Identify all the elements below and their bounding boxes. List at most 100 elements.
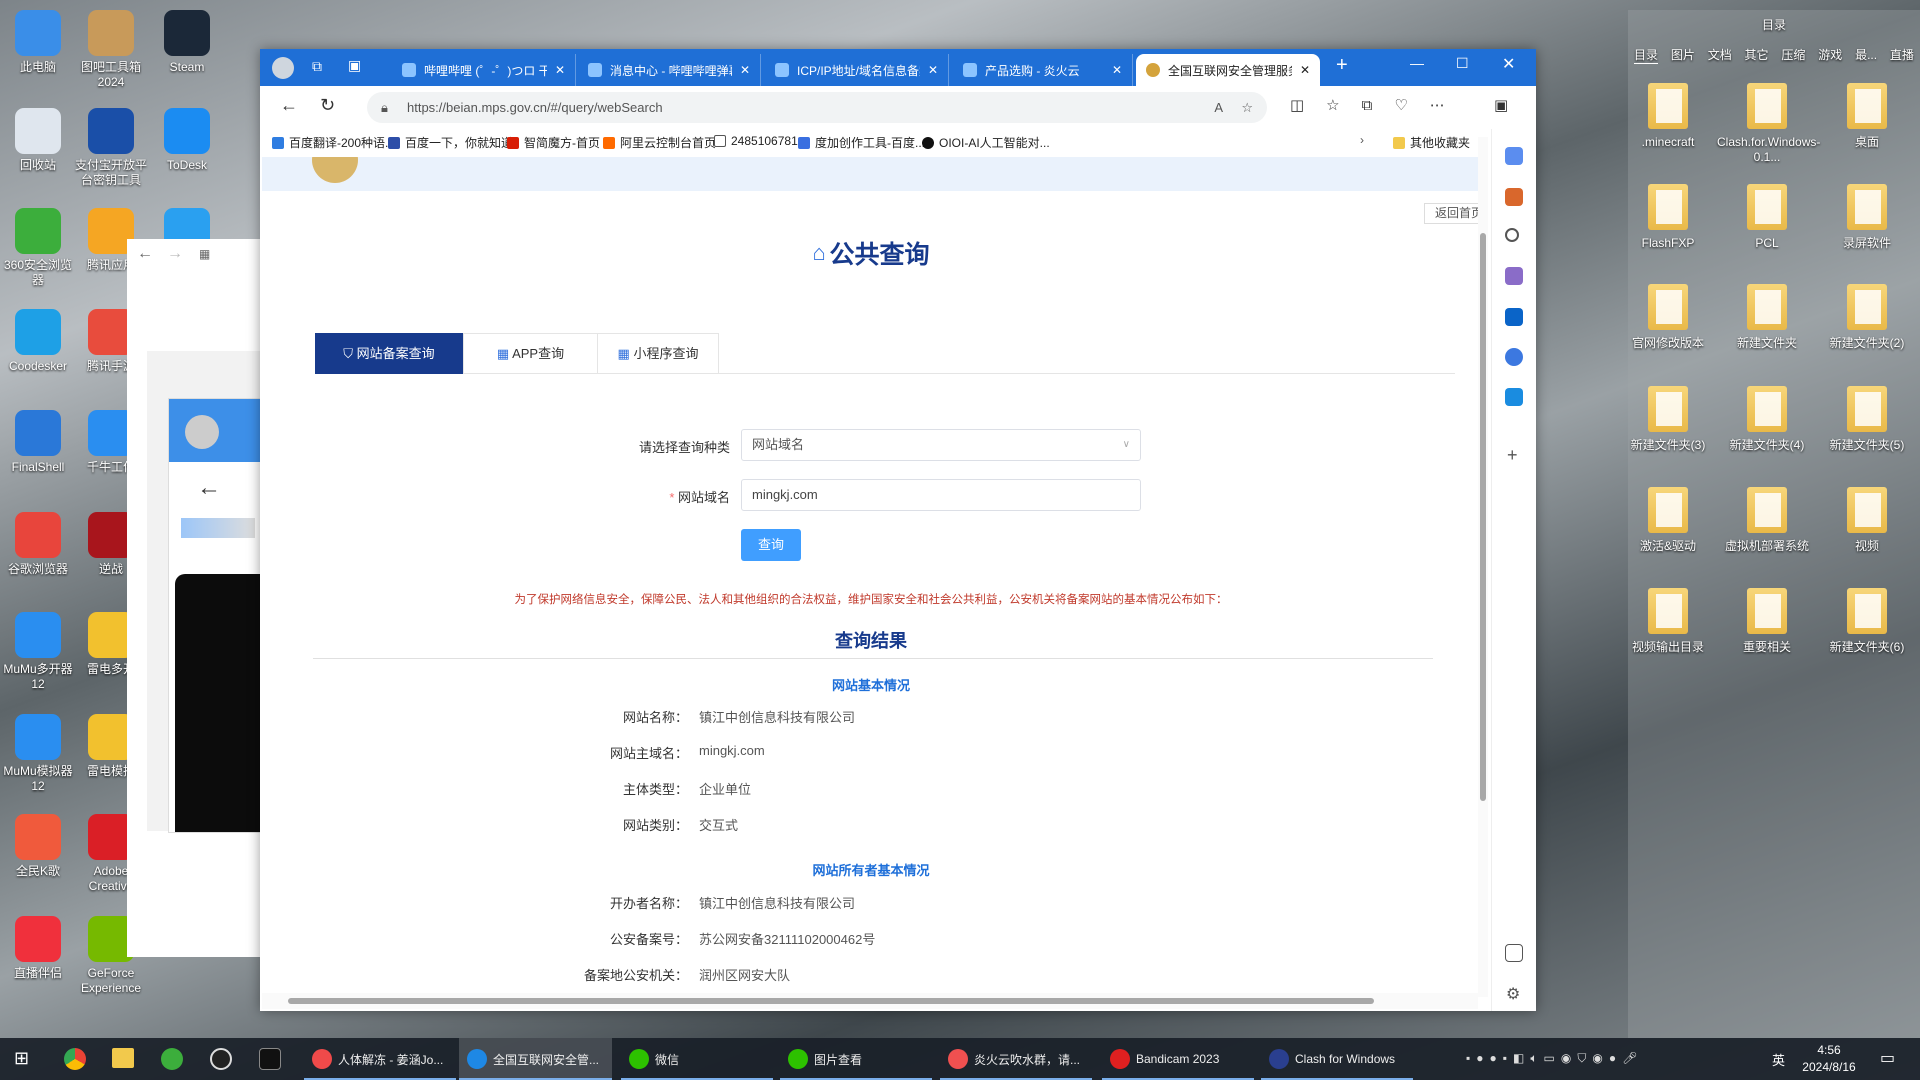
clock[interactable]: 4:56 2024/8/16 [1796,1042,1862,1076]
folder-item[interactable]: 官网修改版本 [1618,284,1718,351]
desktop-icon[interactable]: 图吧工具箱2024 [73,10,149,90]
windows-start-icon[interactable]: ⊞ [14,1048,29,1069]
screenshot-icon[interactable] [1505,944,1523,962]
bookmark-item[interactable]: 2485106781 [714,134,798,148]
profile-avatar[interactable] [272,57,294,79]
desktop-icon[interactable]: FinalShell [0,410,76,475]
desktop-icon[interactable]: Coodesker [0,309,76,374]
query-type-select[interactable]: 网站域名 ∨ [741,429,1141,461]
360-browser-icon[interactable] [161,1048,183,1070]
desktop-icon[interactable]: ToDesk [149,108,225,173]
notification-icon[interactable]: ▭ [1880,1048,1895,1068]
tab-mini-program[interactable]: ▦ 小程序查询 [598,333,719,374]
taskbar-app[interactable]: Bandicam 2023 [1102,1038,1254,1080]
folder-item[interactable]: 新建文件夹(5) [1817,386,1917,453]
folder-item[interactable]: 新建文件夹(2) [1817,284,1917,351]
background-window[interactable]: ← → ▦ ← [127,239,268,957]
folder-item[interactable]: .minecraft [1618,83,1718,150]
capcut-icon[interactable] [259,1048,281,1070]
panel-tab[interactable]: 其它 [1745,46,1769,64]
close-tab-icon[interactable]: ✕ [740,63,750,77]
folder-item[interactable]: 新建文件夹 [1717,284,1817,351]
folder-item[interactable]: FlashFXP [1618,184,1718,251]
folder-item[interactable]: 桌面 [1817,83,1917,150]
browser-tab[interactable]: 哔哩哔哩 (゜-゜)つロ 干杯~ ✕ [392,54,576,86]
panel-tab[interactable]: 文档 [1708,46,1732,64]
read-aloud-icon[interactable]: A [1214,92,1223,123]
bookmark-item[interactable]: OIOI-AI人工智能对... [922,134,1050,151]
toolbox-icon[interactable] [1505,188,1523,206]
add-icon[interactable]: + [1507,445,1518,466]
close-tab-icon[interactable]: ✕ [1300,63,1310,77]
desktop-icon[interactable]: 回收站 [0,108,76,173]
folder-item[interactable]: 新建文件夹(4) [1717,386,1817,453]
desktop-icon[interactable]: Steam [149,10,225,75]
folder-item[interactable]: 视频 [1817,487,1917,554]
desktop-icon[interactable]: 360安全浏览器 [0,208,76,288]
refresh-button[interactable]: ↻ [320,95,335,116]
desktop-icon[interactable]: 此电脑 [0,10,76,75]
send-icon[interactable] [1505,388,1523,406]
system-tray-icons[interactable]: ▪●●▪◧🔈︎▭◉⛉◉●🎤︎ [1466,1051,1643,1066]
domain-input[interactable]: mingkj.com [741,479,1141,511]
taskbar-app[interactable]: 全国互联网安全管... [459,1038,612,1080]
back-button[interactable]: ← [280,95,298,116]
vertical-scrollbar[interactable] [1478,137,1488,997]
panel-tab[interactable]: 目录 [1634,46,1659,64]
favorite-star-icon[interactable]: ☆ [1241,92,1253,123]
minimize-button[interactable]: — [1410,55,1424,71]
qq-icon[interactable] [210,1048,232,1070]
sidebar-toggle-icon[interactable]: ▣ [1494,96,1508,114]
taskbar-app[interactable]: 图片查看 [780,1038,932,1080]
folder-item[interactable]: 新建文件夹(3) [1618,386,1718,453]
browser-tab[interactable]: 全国互联网安全管理服务平台 ✕ [1136,54,1320,86]
grid-icon[interactable]: ▦ [199,247,210,261]
tab-website-filing[interactable]: ⛉ 网站备案查询 [315,333,463,374]
toolbar-icons[interactable]: ◫☆⧉♡⋯ [1290,96,1467,114]
tab-app[interactable]: ▦ APP查询 [463,333,598,374]
folder-item[interactable]: PCL [1717,184,1817,251]
collections-icon[interactable]: ⧉ [312,58,322,75]
folder-item[interactable]: 新建文件夹(6) [1817,588,1917,655]
folder-item[interactable]: 虚拟机部署系统 [1717,487,1817,554]
bookmark-item[interactable]: 智简魔方-首页 [507,134,600,151]
tag-icon[interactable] [1505,147,1523,165]
forward-arrow-icon[interactable]: → [167,245,183,263]
lock-icon[interactable]: 🔒︎ [381,92,388,123]
scrollbar-thumb[interactable] [1480,233,1486,801]
copilot-icon[interactable] [1505,348,1523,366]
taskbar-app[interactable]: 微信 [621,1038,773,1080]
ime-indicator[interactable]: 英 [1772,1050,1785,1069]
chrome-icon[interactable] [64,1048,86,1070]
desktop-icon[interactable]: 谷歌浏览器 [0,512,76,577]
panel-tab[interactable]: 直播 [1890,46,1914,64]
outlook-icon[interactable] [1505,308,1523,326]
file-explorer-icon[interactable] [112,1048,134,1068]
browser-tab[interactable]: ICP/IP地址/域名信息备案 ✕ [765,54,949,86]
maximize-button[interactable]: ☐ [1456,55,1469,72]
folder-item[interactable]: 重要相关 [1717,588,1817,655]
panel-tab[interactable]: 游戏 [1818,46,1842,64]
bookmark-item[interactable]: 度加创作工具-百度... [798,134,925,151]
desktop-icon[interactable]: MuMu多开器12 [0,612,76,692]
search-icon[interactable] [1505,228,1519,242]
close-window-button[interactable]: ✕ [1502,54,1515,74]
more-bookmarks-chevron-icon[interactable]: › [1360,133,1364,147]
taskbar-app[interactable]: Clash for Windows [1261,1038,1413,1080]
url-input[interactable]: 🔒︎ https://beian.mps.gov.cn/#/query/webS… [367,92,1267,123]
folder-item[interactable]: 激活&驱动 [1618,487,1718,554]
desktop-icon[interactable]: 支付宝开放平台密钥工具 [73,108,149,188]
games-icon[interactable] [1505,267,1523,285]
taskbar-app[interactable]: 人体解冻 - 姜涵Jo... [304,1038,456,1080]
query-submit-button[interactable]: 查询 [741,529,801,561]
browser-tab[interactable]: 产品选购 - 炎火云 ✕ [953,54,1133,86]
horizontal-scrollbar[interactable] [262,993,1478,1009]
folder-item[interactable]: 录屏软件 [1817,184,1917,251]
back-arrow-icon[interactable]: ← [137,245,153,263]
bookmark-item[interactable]: 百度一下，你就知道 [388,134,513,151]
close-tab-icon[interactable]: ✕ [555,63,565,77]
tab-actions-icon[interactable]: ▣ [348,57,361,74]
panel-tab[interactable]: 图片 [1671,46,1695,64]
back-home-button[interactable]: 返回首页 [1424,203,1480,224]
folder-item[interactable]: 视频输出目录 [1618,588,1718,655]
